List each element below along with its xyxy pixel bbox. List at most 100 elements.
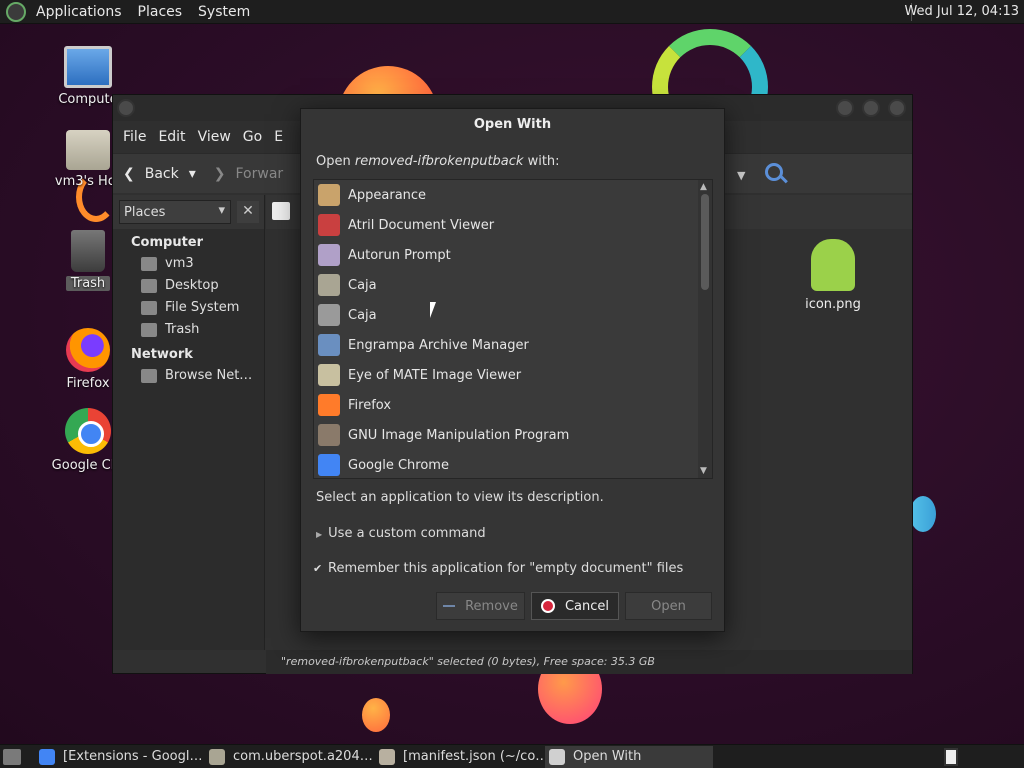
open-with-dialog[interactable]: Open With Open removed-ifbrokenputback w…: [300, 108, 725, 632]
custom-command-expander[interactable]: ▶ Use a custom command: [316, 526, 486, 541]
taskbar-button[interactable]: com.uberspot.a204…: [205, 746, 373, 768]
button-label: Remove: [465, 598, 518, 614]
sidebar-item-label: Desktop: [165, 278, 219, 293]
dialog-prompt: Open removed-ifbrokenputback with:: [316, 154, 560, 169]
chevron-down-icon[interactable]: ▼: [737, 169, 745, 182]
app-list-item[interactable]: Autorun Prompt: [314, 240, 712, 270]
desktop-icon-label: Compute: [58, 92, 118, 107]
sidebar-item-label: Browse Net…: [165, 368, 253, 383]
app-label: GNU Image Manipulation Program: [348, 427, 570, 443]
show-desktop-icon[interactable]: [3, 748, 21, 765]
folder-icon: [209, 748, 225, 765]
app-label: Caja: [348, 307, 377, 323]
menu-bookmarks[interactable]: E: [268, 129, 289, 145]
scroll-thumb[interactable]: [701, 194, 709, 290]
back-history-dropdown[interactable]: ▾: [189, 166, 196, 182]
back-button[interactable]: Back: [145, 166, 179, 182]
scroll-down-icon[interactable]: ▼: [700, 466, 707, 476]
app-icon: [318, 184, 340, 206]
app-list-item[interactable]: Atril Document Viewer: [314, 210, 712, 240]
menu-go[interactable]: Go: [237, 129, 268, 145]
expander-label: Use a custom command: [328, 526, 486, 541]
app-icon: [318, 304, 340, 326]
checkbox-label: Remember this application for "empty doc…: [328, 561, 684, 576]
app-list-item[interactable]: Appearance: [314, 180, 712, 210]
app-icon: [318, 334, 340, 356]
app-label: Caja: [348, 277, 377, 293]
minimize-button[interactable]: [836, 99, 854, 117]
sidebar-item-filesystem[interactable]: File System: [113, 297, 264, 319]
app-list-item[interactable]: Google Chrome: [314, 450, 712, 478]
wallpaper-shape: [362, 698, 390, 732]
button-label: Open: [651, 598, 686, 614]
sidebar-item-browse-network[interactable]: Browse Net…: [113, 365, 264, 387]
scroll-up-icon[interactable]: ▲: [700, 182, 707, 192]
file-item[interactable]: icon.png: [798, 239, 868, 312]
edit-location-icon[interactable]: [272, 202, 290, 220]
taskbar-button[interactable]: [Extensions - Googl…: [35, 746, 203, 768]
menu-applications[interactable]: Applications: [28, 4, 130, 20]
app-list-item[interactable]: Caja: [314, 270, 712, 300]
app-label: Google Chrome: [348, 457, 449, 473]
button-label: Cancel: [564, 598, 610, 614]
cancel-icon: [540, 599, 555, 613]
menu-file[interactable]: File: [117, 129, 152, 145]
maximize-button[interactable]: [862, 99, 880, 117]
network-icon: [141, 368, 157, 383]
scrollbar[interactable]: ▲ ▼: [698, 180, 712, 478]
menu-system[interactable]: System: [190, 4, 258, 20]
taskbar-button[interactable]: [manifest.json (~/co…: [375, 746, 543, 768]
app-list-item[interactable]: Firefox: [314, 390, 712, 420]
window-menu-button[interactable]: [117, 99, 135, 117]
forward-arrow-icon[interactable]: ❯: [214, 166, 226, 182]
sidebar-item-desktop[interactable]: Desktop: [113, 275, 264, 297]
home-folder-icon: [141, 256, 157, 271]
status-bar: "removed-ifbrokenputback" selected (0 by…: [266, 650, 912, 674]
close-button[interactable]: [888, 99, 906, 117]
app-list-item[interactable]: Eye of MATE Image Viewer: [314, 360, 712, 390]
mate-logo-icon[interactable]: [6, 1, 26, 22]
android-icon: [811, 239, 855, 291]
remove-button[interactable]: Remove: [436, 592, 525, 620]
app-icon: [318, 364, 340, 386]
app-list-item[interactable]: Engrampa Archive Manager: [314, 330, 712, 360]
close-icon[interactable]: ✕: [237, 201, 259, 223]
forward-button[interactable]: Forwar: [236, 166, 284, 182]
application-list[interactable]: Appearance Atril Document Viewer Autorun P…: [313, 179, 713, 479]
computer-icon: [64, 46, 112, 88]
chrome-icon: [39, 748, 55, 765]
window-icon: [549, 748, 565, 765]
app-icon: [318, 214, 340, 236]
app-icon: [318, 424, 340, 446]
cancel-button[interactable]: Cancel: [531, 592, 619, 620]
app-label: Appearance: [348, 187, 427, 203]
taskbar-button[interactable]: Open With: [545, 745, 713, 768]
sidebar-item-vm3[interactable]: vm3: [113, 253, 264, 275]
menu-edit[interactable]: Edit: [152, 129, 191, 145]
app-icon: [318, 274, 340, 296]
app-list-item[interactable]: GNU Image Manipulation Program: [314, 420, 712, 450]
text-editor-icon: [379, 748, 395, 765]
open-button[interactable]: Open: [625, 592, 712, 620]
prompt-suffix: with:: [523, 154, 560, 169]
app-label: Autorun Prompt: [348, 247, 451, 263]
checkmark-icon: ✔: [313, 561, 323, 575]
top-panel: Applications Places System Wed Jul 12, 0…: [0, 0, 1024, 24]
sidebar-item-trash[interactable]: Trash: [113, 319, 264, 341]
app-list-item[interactable]: Caja: [314, 300, 712, 330]
clock[interactable]: Wed Jul 12, 04:13: [904, 4, 1019, 19]
drive-icon: [141, 300, 157, 315]
trash-icon: [141, 322, 157, 337]
menu-view[interactable]: View: [192, 129, 237, 145]
places-dropdown[interactable]: Places: [119, 200, 231, 224]
menu-places[interactable]: Places: [130, 4, 191, 20]
sidebar-header: Places ✕: [113, 195, 264, 229]
search-icon[interactable]: [765, 163, 783, 181]
workspace-switcher-icon[interactable]: [944, 748, 958, 766]
back-arrow-icon[interactable]: ❮: [123, 166, 135, 182]
trash-icon: [71, 230, 105, 272]
minus-icon: [443, 605, 456, 607]
mouse-cursor: [430, 302, 442, 318]
remember-checkbox[interactable]: ✔ Remember this application for "empty do…: [313, 561, 683, 576]
sidebar-item-label: Trash: [165, 322, 200, 337]
